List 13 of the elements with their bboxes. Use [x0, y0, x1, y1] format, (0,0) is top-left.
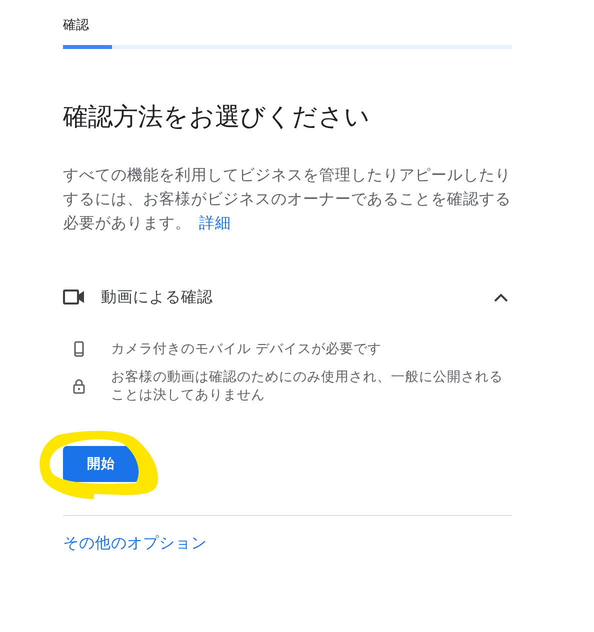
phone-icon	[74, 341, 84, 357]
start-button[interactable]: 開始	[63, 446, 139, 482]
video-camera-icon	[63, 289, 85, 305]
lock-icon	[73, 378, 85, 394]
page-heading: 確認方法をお選びください	[63, 101, 371, 133]
chevron-up-icon[interactable]	[493, 292, 509, 302]
requirement-text: カメラ付きのモバイル デバイスが必要です	[111, 340, 382, 358]
other-options-link[interactable]: その他のオプション	[63, 533, 207, 554]
details-link[interactable]: 詳細	[199, 214, 231, 232]
method-title: 動画による確認	[101, 286, 214, 308]
description: すべての機能を利用してビジネスを管理したりアピールしたりするには、お客様がビジネスのオーナーであることを確認する必要があります。 詳細	[63, 165, 512, 234]
step-title: 確認	[63, 17, 90, 35]
requirement-text: お客様の動画は確認のためにのみ使用され、一般に公開されることは決してありません	[111, 368, 504, 404]
